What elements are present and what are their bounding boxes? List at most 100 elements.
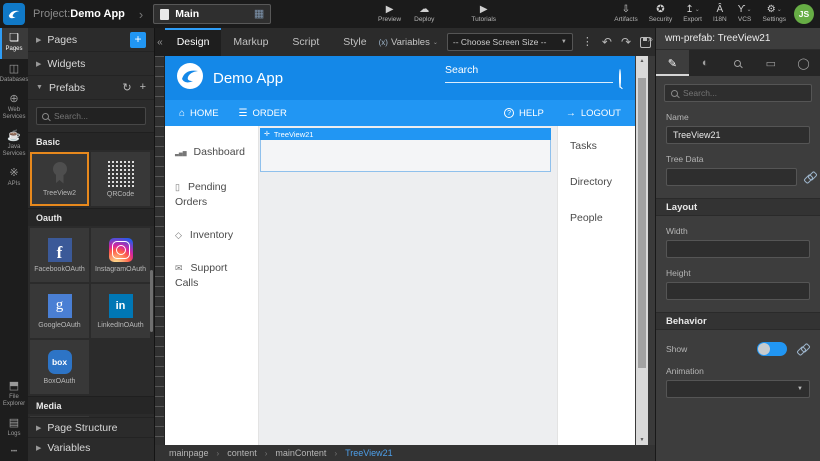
canvas-scrollbar[interactable]: ▲ ▼ [636,56,648,445]
prefab-tile-linkedinoauth[interactable]: in LinkedInOAuth [91,284,150,338]
section-variables[interactable]: ▶ Variables [28,437,154,457]
width-field[interactable] [666,240,810,258]
variables-dropdown[interactable]: (x) Variables ⌄ [379,37,438,48]
menu-item-inventory[interactable]: ◇Inventory [165,219,258,252]
scroll-up-icon[interactable]: ▲ [636,58,648,64]
rail-item-pages[interactable]: ❏ Pages [0,28,28,59]
height-field[interactable] [666,282,810,300]
vcs-button[interactable]: Ƴ⌄ VCS [738,5,752,23]
menu-item-pending-orders[interactable]: ▯Pending Orders [165,171,258,219]
more-options-icon[interactable]: ⋮ [582,37,593,48]
refresh-icon[interactable]: ↻ [122,81,131,94]
tab-style[interactable]: Style [331,28,378,56]
property-search[interactable] [664,84,812,102]
tab-design[interactable]: Design [165,28,222,56]
rail-item-file-explorer[interactable]: ⬒ File Explorer [0,376,28,413]
prefab-tile-boxoauth[interactable]: box BoxOAuth [30,340,89,394]
menu-item-support-calls[interactable]: ✉Support Calls [165,252,258,300]
gear-icon: ⚙ [767,5,776,15]
canvas-page[interactable]: Demo App Search ⌂ HOME ☰ ORDER ? HELP [165,56,635,445]
prefab-tile-instagramoauth[interactable]: InstagramOAuth [91,228,150,282]
expand-right-panel-button[interactable]: » [647,34,653,45]
app-search-field[interactable]: Search [445,64,613,83]
rail-item-apis[interactable]: ※ APIs [0,163,28,194]
widget-selection-bar[interactable]: ✛ TreeView21 [260,128,551,140]
screen-size-select[interactable]: -- Choose Screen Size -- ▼ [447,33,573,51]
name-field[interactable] [666,126,810,144]
export-button[interactable]: ↥⌄ Export [683,5,702,23]
prefab-tile-treeview2[interactable]: TreeView2 [30,152,89,206]
list-item-directory[interactable]: Directory [570,176,635,188]
width-label: Width [666,226,810,236]
section-pages[interactable]: ▶ Pages + [28,28,154,52]
list-item-tasks[interactable]: Tasks [570,140,635,152]
rail-item-java-services[interactable]: ☕ Java Services [0,126,28,163]
inspector-tab-events[interactable] [722,50,755,76]
nav-logout[interactable]: → LOGOUT [566,108,621,119]
scroll-down-icon[interactable]: ▼ [636,437,648,443]
tab-markup[interactable]: Markup [221,28,280,56]
wavemaker-logo-icon[interactable] [3,3,25,25]
widget-body[interactable] [260,140,551,172]
section-page-structure[interactable]: ▶ Page Structure [28,417,154,437]
rail-item-databases[interactable]: ◫ Databases [0,59,28,90]
breadcrumb-content[interactable]: content [227,448,257,458]
bind-icon[interactable] [804,171,817,183]
panel-scrollbar[interactable] [150,270,153,332]
breadcrumb: mainpage › content › mainContent › TreeV… [155,445,655,461]
tree-data-field[interactable] [666,168,797,186]
nav-order[interactable]: ☰ ORDER [239,108,287,119]
animation-select[interactable]: ▼ [666,380,810,398]
app-main-content[interactable]: ✛ TreeView21 [259,126,558,445]
settings-button[interactable]: ⚙⌄ Settings [763,5,787,23]
ring-icon: ◯ [797,57,809,70]
security-button[interactable]: ✪ Security [649,5,672,23]
prefab-search-input[interactable] [54,111,144,121]
add-prefab-icon[interactable]: + [140,81,146,94]
breadcrumb-maincontent[interactable]: mainContent [275,448,326,458]
prefab-tile-googleoauth[interactable]: g GoogleOAuth [30,284,89,338]
add-page-button[interactable]: + [130,32,146,48]
rail-item-logs[interactable]: ▤ Logs [0,413,28,444]
tab-script[interactable]: Script [280,28,331,56]
redo-icon[interactable]: ↷ [621,36,631,48]
database-icon: ◫ [9,64,19,75]
inspector-tab-device[interactable]: ▭ [754,50,787,76]
user-avatar[interactable]: JS [794,4,814,24]
nav-help[interactable]: ? HELP [504,108,544,119]
section-widgets[interactable]: ▶ Widgets [28,52,154,76]
rail-item-web-services[interactable]: ⊕ Web Services [0,89,28,126]
search-icon[interactable] [619,70,621,88]
undo-icon[interactable]: ↶ [602,36,612,48]
section-prefabs[interactable]: ▼ Prefabs ↻ + [28,76,154,100]
prefab-search[interactable] [36,107,146,125]
breadcrumb-treeview21[interactable]: TreeView21 [345,448,393,458]
tutorials-button[interactable]: ▶ Tutorials [471,5,496,23]
inspector-tab-styles[interactable]: ◐ [689,50,722,76]
app-header[interactable]: Demo App Search [165,56,635,100]
nav-home[interactable]: ⌂ HOME [179,108,219,119]
show-toggle[interactable] [757,342,787,356]
preview-button[interactable]: ▶ Preview [378,5,401,23]
prefab-tile-qrcode[interactable]: QRCode [91,152,150,206]
page-selector[interactable]: Main ▦ [153,4,271,24]
scrollbar-thumb[interactable] [638,78,646,368]
treeview-widget[interactable]: ✛ TreeView21 [260,128,551,172]
list-item-people[interactable]: People [570,212,635,224]
instagram-icon [109,238,133,262]
property-search-input[interactable] [683,88,793,98]
artifacts-button[interactable]: ⇩ Artifacts [614,5,637,23]
bind-icon[interactable] [797,343,810,355]
prefab-tile-facebookoauth[interactable]: f FacebookOAuth [30,228,89,282]
caret-down-icon: ▼ [797,386,803,392]
project-title: Project:Demo App [33,8,125,20]
inspector-tab-touch[interactable]: ◯ [787,50,820,76]
inspector-tab-properties[interactable]: ✎ [656,50,689,76]
breadcrumb-mainpage[interactable]: mainpage [169,448,209,458]
collapse-left-panel-button[interactable]: « [155,28,165,56]
menu-item-dashboard[interactable]: ▃▅▇Dashboard [165,136,258,171]
deploy-button[interactable]: ☁ Deploy [414,5,434,23]
caret-down-icon: ▼ [561,39,567,45]
rail-item-more[interactable]: ••• [0,444,28,461]
i18n-button[interactable]: Â I18N [713,5,727,23]
